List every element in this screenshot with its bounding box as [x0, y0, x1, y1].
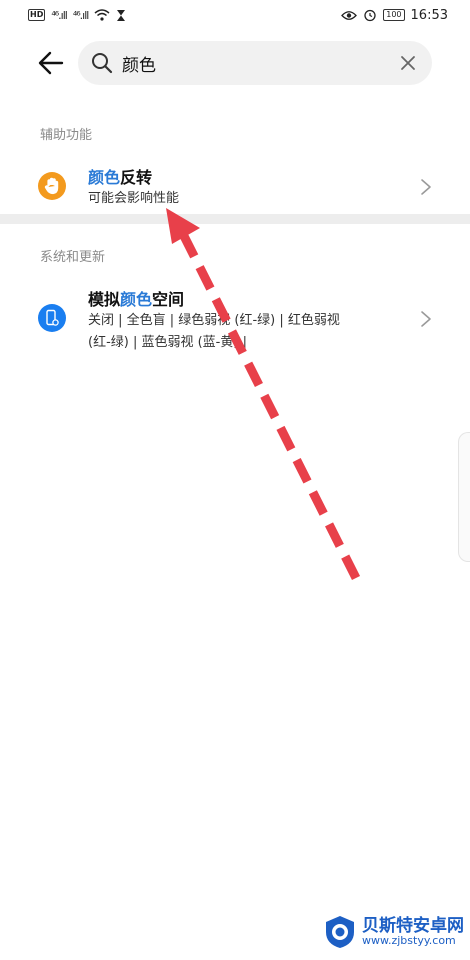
- watermark-title: 贝斯特安卓网: [362, 915, 464, 936]
- watermark: 贝斯特安卓网 www.zjbstyy.com: [322, 914, 464, 950]
- watermark-logo: [326, 916, 354, 948]
- watermark-url: www.zjbstyy.com: [362, 934, 456, 948]
- watermark-text: 贝斯特安卓网 www.zjbstyy.com: [362, 915, 464, 948]
- annotation-arrow: [166, 208, 361, 581]
- edge-handle[interactable]: [458, 432, 470, 562]
